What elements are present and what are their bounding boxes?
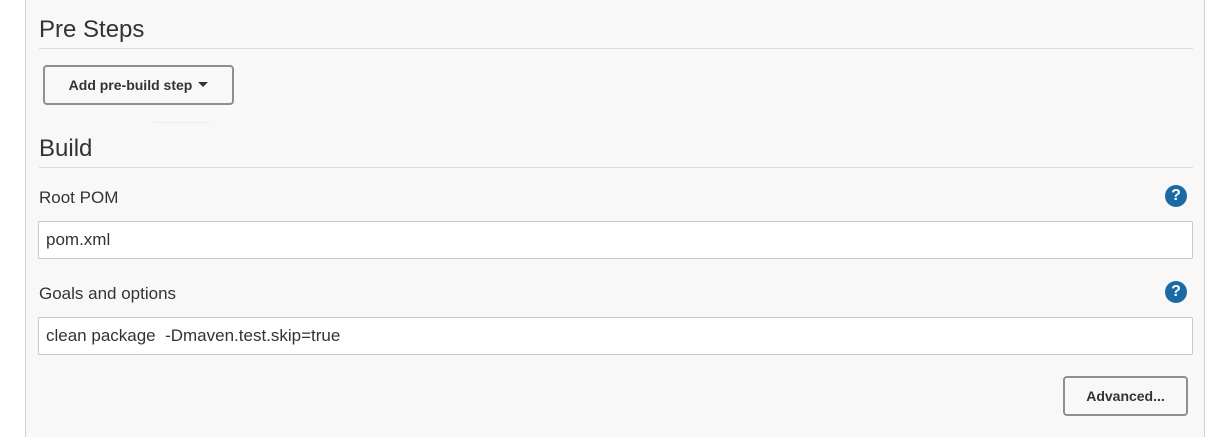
- pre-steps-divider: [39, 48, 1193, 49]
- caret-down-icon: [198, 81, 209, 87]
- config-panel: Pre Steps Add pre-build step Build Root …: [25, 0, 1205, 437]
- goals-options-input[interactable]: [38, 317, 1193, 355]
- root-pom-label: Root POM: [39, 188, 119, 207]
- help-icon[interactable]: ?: [1165, 185, 1187, 207]
- goals-options-label: Goals and options: [39, 284, 177, 303]
- root-pom-input[interactable]: [38, 221, 1193, 259]
- add-pre-build-step-label: Add pre-build step: [68, 77, 193, 93]
- help-icon[interactable]: ?: [1165, 281, 1187, 303]
- pre-steps-title: Pre Steps: [39, 16, 145, 43]
- faint-divider: [154, 122, 210, 123]
- advanced-button[interactable]: Advanced...: [1063, 376, 1188, 416]
- add-pre-build-step-button[interactable]: Add pre-build step: [43, 65, 234, 105]
- build-divider: [39, 167, 1193, 168]
- build-title: Build: [39, 135, 93, 162]
